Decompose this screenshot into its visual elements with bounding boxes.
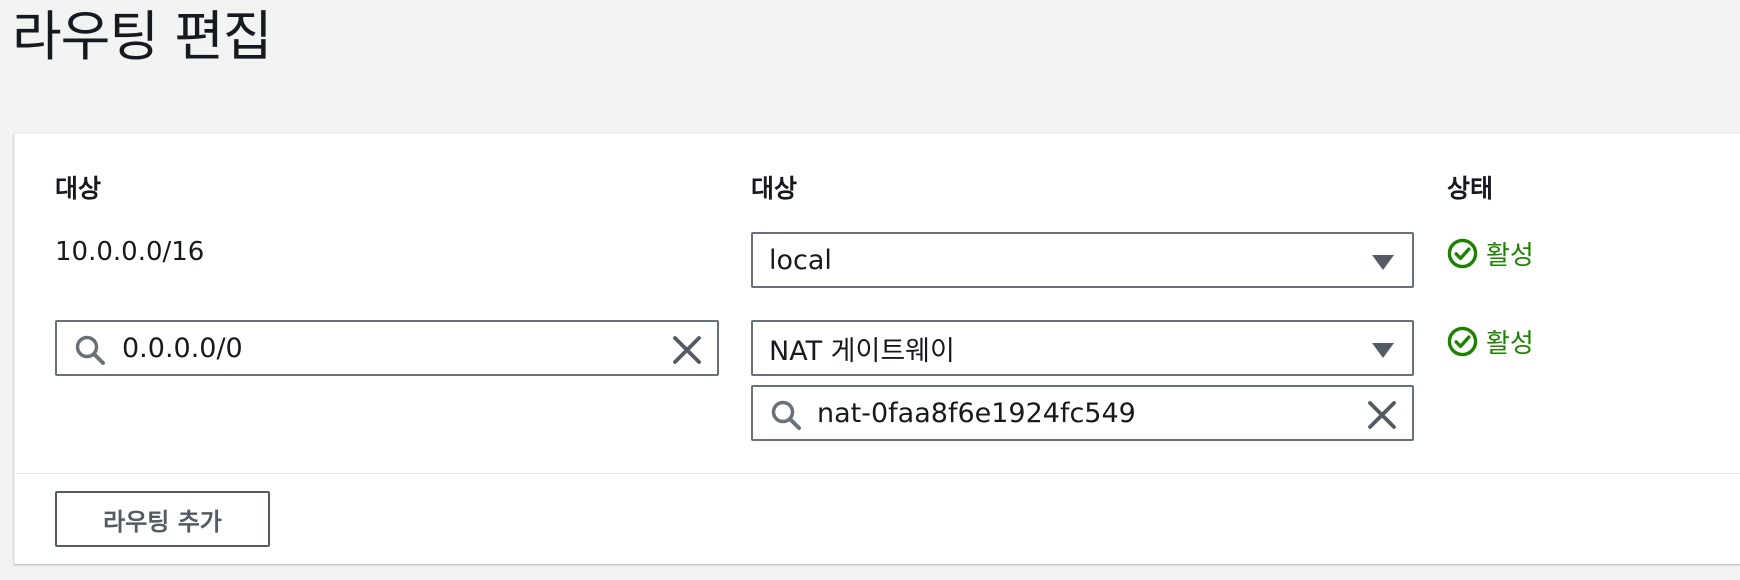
route-1-status: 활성	[1447, 235, 1534, 272]
route-2-status: 활성	[1447, 323, 1534, 360]
route-2-target-search-input[interactable]: nat-0faa8f6e1924fc549	[751, 385, 1414, 441]
route-1-destination: 10.0.0.0/16	[55, 237, 205, 267]
route-1-status-label: 활성	[1486, 241, 1534, 271]
column-header-target: 대상	[751, 174, 798, 203]
column-header-status: 상태	[1447, 174, 1494, 203]
route-2-target-search-value: nat-0faa8f6e1924fc549	[817, 397, 1136, 429]
caret-down-icon	[1372, 343, 1394, 358]
page-title: 라우팅 편집	[12, 5, 273, 68]
search-icon	[771, 400, 801, 430]
route-2-destination-input[interactable]: 0.0.0.0/0	[55, 320, 719, 376]
caret-down-icon	[1372, 255, 1394, 270]
column-header-destination: 대상	[55, 174, 102, 203]
check-circle-icon	[1447, 238, 1478, 269]
route-1-target-select-value: local	[769, 244, 832, 276]
route-2-target-select-value: NAT 게이트웨이	[769, 335, 955, 367]
route-2-destination-value: 0.0.0.0/0	[122, 332, 243, 364]
search-icon	[75, 335, 105, 365]
add-route-button[interactable]: 라우팅 추가	[55, 491, 270, 547]
check-circle-icon	[1447, 326, 1478, 357]
route-1-target-select[interactable]: local	[751, 232, 1414, 288]
route-2-target-select[interactable]: NAT 게이트웨이	[751, 320, 1414, 376]
clear-icon[interactable]	[1366, 399, 1398, 431]
clear-icon[interactable]	[671, 334, 703, 366]
divider	[15, 473, 1740, 474]
route-2-status-label: 활성	[1486, 329, 1534, 359]
routes-card: 대상 대상 상태 10.0.0.0/16 local 활성 0.0.0.0/0 …	[14, 133, 1740, 564]
